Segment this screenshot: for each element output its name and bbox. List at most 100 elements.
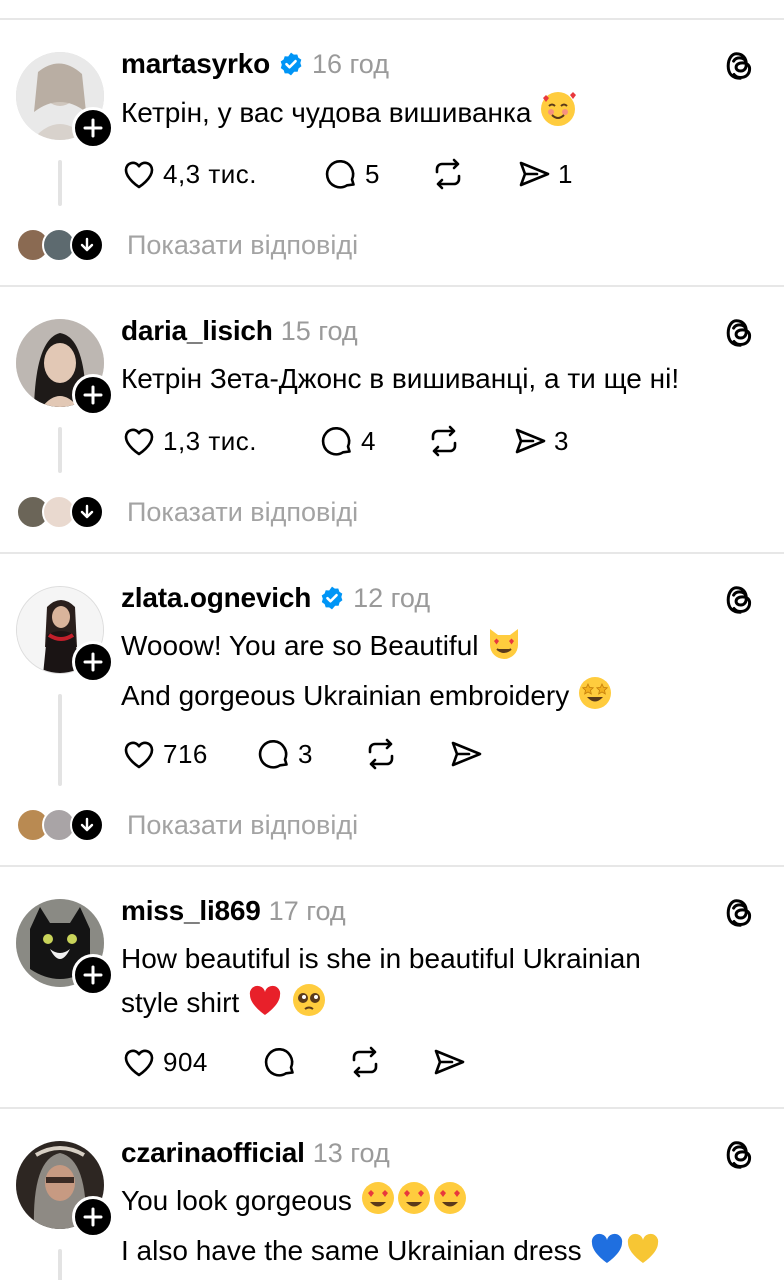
pleading-face-emoji <box>291 982 327 1031</box>
show-replies-link[interactable]: Показати відповіді <box>127 230 358 261</box>
heart-eyes-emoji <box>396 1180 432 1229</box>
show-replies-link[interactable]: Показати відповіді <box>127 497 358 528</box>
share-button[interactable] <box>431 1042 467 1082</box>
timestamp: 12 год <box>353 582 431 613</box>
heart-eyes-cat-emoji <box>486 625 522 674</box>
follow-button[interactable] <box>72 107 114 149</box>
comments-feed: martasyrko 16 год Кетрін, у вас чудова в… <box>0 0 784 1280</box>
share-button[interactable] <box>448 734 484 774</box>
repost-button[interactable] <box>363 734 399 774</box>
comment-line: Wooow! You are so Beautiful <box>121 630 479 661</box>
comment-text: You look gorgeous I also have the same U… <box>121 1179 741 1279</box>
comment-line: I also have the same Ukrainian dress <box>121 1235 582 1266</box>
paper-plane-icon <box>519 161 550 187</box>
thread-line <box>58 1249 62 1280</box>
comment-button[interactable]: 5 <box>323 154 380 194</box>
username[interactable]: miss_li869 <box>121 895 261 927</box>
reply-avatars <box>16 494 106 530</box>
speech-bubble-icon <box>264 1048 294 1077</box>
verified-badge-icon <box>280 52 302 76</box>
paper-plane-icon <box>515 428 546 454</box>
plus-icon <box>83 965 103 985</box>
like-button[interactable]: 1,3 тис. <box>121 421 257 461</box>
paper-plane-icon <box>451 741 482 767</box>
share-button[interactable]: 1 <box>516 154 573 194</box>
repost-arrows-icon <box>352 1046 378 1078</box>
speech-bubble-icon <box>258 740 288 769</box>
plus-icon <box>83 385 103 405</box>
comment-line: And gorgeous Ukrainian embroidery <box>121 680 570 711</box>
reply-avatars <box>16 807 106 843</box>
comment-line: Кетрін, у вас чудова вишиванка <box>121 97 532 128</box>
like-count: 4,3 тис. <box>163 158 258 189</box>
threads-logo-icon[interactable] <box>722 895 758 931</box>
comment-button[interactable]: 3 <box>256 734 313 774</box>
comment-count: 3 <box>298 738 313 769</box>
comment-text: Кетрін, у вас чудова вишиванка <box>121 90 741 141</box>
thread-line <box>58 427 62 473</box>
comment-button[interactable]: 4 <box>319 421 376 461</box>
like-count: 904 <box>163 1046 208 1077</box>
divider <box>0 18 784 20</box>
repost-button[interactable] <box>347 1042 383 1082</box>
paper-plane-icon <box>434 1049 465 1075</box>
repost-button[interactable] <box>430 154 466 194</box>
comment-line: How beautiful is she in beautiful Ukrain… <box>121 943 641 974</box>
follow-button[interactable] <box>72 374 114 416</box>
like-button[interactable]: 4,3 тис. <box>121 154 257 194</box>
timestamp: 13 год <box>312 1137 390 1168</box>
follow-button[interactable] <box>72 641 114 683</box>
timestamp: 17 год <box>268 895 346 926</box>
heart-eyes-emoji <box>360 1180 396 1229</box>
show-replies-link[interactable]: Показати відповіді <box>127 810 358 841</box>
username[interactable]: czarinaofficial <box>121 1137 305 1169</box>
comment-count: 5 <box>365 158 380 189</box>
arrow-down-icon <box>70 228 104 262</box>
show-replies-row[interactable]: Показати відповіді <box>16 227 416 263</box>
heart-outline-icon <box>124 1049 154 1077</box>
show-replies-row[interactable]: Показати відповіді <box>16 807 416 843</box>
timestamp: 15 год <box>280 315 358 346</box>
reply-avatars <box>16 227 106 263</box>
repost-arrows-icon <box>368 738 394 770</box>
smiling-face-with-hearts-emoji <box>539 90 577 141</box>
share-button[interactable]: 3 <box>512 421 569 461</box>
thread-line <box>58 694 62 786</box>
username[interactable]: daria_lisich <box>121 315 273 347</box>
threads-logo-icon[interactable] <box>722 48 758 84</box>
verified-badge-icon <box>321 586 343 610</box>
red-heart-emoji <box>247 982 283 1031</box>
threads-logo-icon[interactable] <box>722 582 758 618</box>
plus-icon <box>83 118 103 138</box>
comment-text: Кетрін Зета-Джонс в вишиванці, а ти ще н… <box>121 357 741 401</box>
show-replies-row[interactable]: Показати відповіді <box>16 494 416 530</box>
speech-bubble-icon <box>325 160 355 189</box>
plus-icon <box>83 1207 103 1227</box>
timestamp: 16 год <box>311 48 389 79</box>
yellow-heart-emoji <box>625 1230 661 1279</box>
thread-line <box>58 160 62 206</box>
share-count: 1 <box>558 158 573 189</box>
like-button[interactable]: 904 <box>121 1042 208 1082</box>
follow-button[interactable] <box>72 954 114 996</box>
star-struck-emoji <box>577 675 613 724</box>
repost-button[interactable] <box>426 421 462 461</box>
share-count: 3 <box>554 425 569 456</box>
comment-button[interactable] <box>262 1042 298 1082</box>
username[interactable]: martasyrko <box>121 48 270 80</box>
repost-arrows-icon <box>435 158 461 190</box>
like-count: 1,3 тис. <box>163 425 258 456</box>
username[interactable]: zlata.ognevich <box>121 582 311 614</box>
threads-logo-icon[interactable] <box>722 315 758 351</box>
divider <box>0 285 784 287</box>
repost-arrows-icon <box>431 425 457 457</box>
divider <box>0 1107 784 1109</box>
like-button[interactable]: 716 <box>121 734 208 774</box>
threads-logo-icon[interactable] <box>722 1137 758 1173</box>
arrow-down-icon <box>70 495 104 529</box>
heart-outline-icon <box>124 161 154 189</box>
blue-heart-emoji <box>589 1230 625 1279</box>
comment-text: How beautiful is she in beautiful Ukrain… <box>121 937 741 1031</box>
follow-button[interactable] <box>72 1196 114 1238</box>
comment-count: 4 <box>361 425 376 456</box>
